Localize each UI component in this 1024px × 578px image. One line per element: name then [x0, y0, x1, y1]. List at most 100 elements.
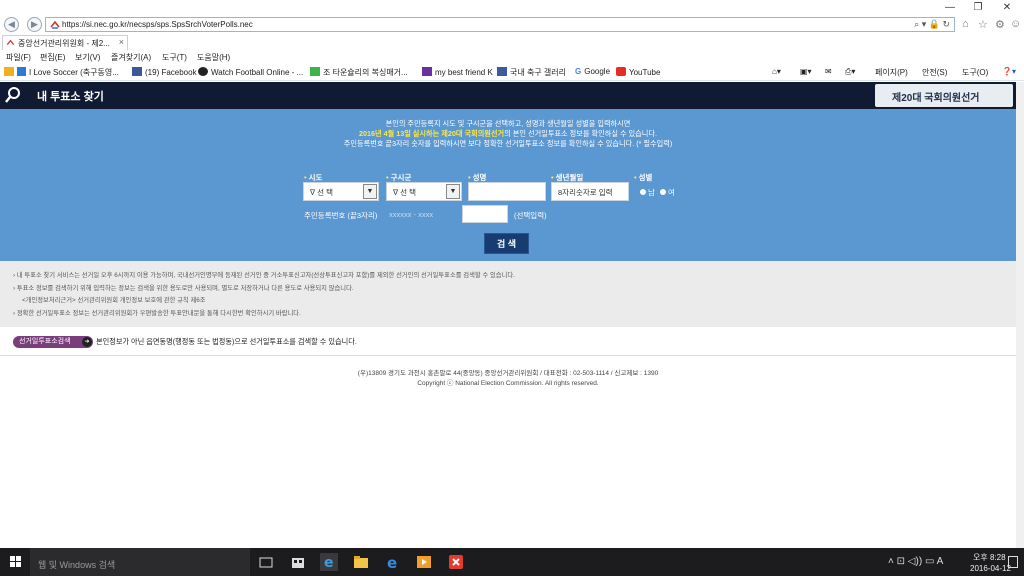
close-window-button[interactable]: ✕: [997, 2, 1017, 13]
windows-icon: [17, 67, 26, 76]
mail-icon[interactable]: ✉: [825, 67, 832, 76]
fav-item-gallery[interactable]: 국내 축구 갤러리: [497, 67, 566, 78]
svg-text:e: e: [387, 554, 397, 571]
notification-icon[interactable]: [1008, 556, 1018, 568]
keyboard-icon[interactable]: ▭: [925, 556, 934, 567]
input-method-icon[interactable]: A: [937, 556, 944, 567]
internet-explorer-icon[interactable]: e: [320, 553, 338, 571]
magnifier-icon: [0, 82, 26, 109]
label-text: 시도: [308, 173, 323, 182]
radio-label: 남: [648, 188, 655, 197]
menu-file[interactable]: 파일(F): [6, 52, 31, 63]
settings-gear-icon[interactable]: ⚙: [995, 18, 1005, 31]
page-title: 내 투표소 찾기: [37, 91, 104, 103]
store-icon[interactable]: [289, 553, 307, 571]
taskbar-search-placeholder: 웹 및 Windows 검색: [38, 560, 116, 570]
feedback-smiley-icon[interactable]: ☺: [1010, 18, 1021, 30]
birth-input[interactable]: 8자리숫자로 입력: [551, 182, 629, 201]
search-button[interactable]: 검 색: [484, 233, 529, 254]
restore-button[interactable]: ❐: [968, 2, 988, 13]
fav-item-boxing[interactable]: 조 타운슐리의 복싱매거...: [310, 67, 408, 78]
menu-help[interactable]: 도움말(H): [197, 52, 230, 63]
radio-circle-icon: [660, 189, 666, 195]
menu-tools[interactable]: 도구(T): [162, 52, 187, 63]
search-icon[interactable]: ⌕: [914, 19, 919, 29]
election-title: 제20대 국회의원선거: [892, 93, 980, 104]
chevron-down-icon[interactable]: ▼: [446, 184, 460, 199]
notice-item: › 투표소 정보를 검색하기 위해 입력하는 정보는 검색을 위한 용도로만 사…: [13, 285, 354, 292]
fav-item-youtube[interactable]: YouTube: [616, 67, 660, 77]
clock-time[interactable]: 오후 8:28: [973, 552, 1006, 563]
media-player-icon[interactable]: [415, 553, 433, 571]
divider: [0, 355, 1016, 356]
poll-search-button[interactable]: 선거일투표소검색 ➜: [13, 336, 93, 348]
sido-select[interactable]: ∇ 선 택 ▼: [303, 182, 379, 201]
dc-gallery-icon: [497, 67, 507, 76]
forward-button[interactable]: ▶: [27, 17, 42, 32]
browser-tab[interactable]: 중앙선거관리위원회 - 제2... ×: [2, 35, 128, 50]
tools-menu[interactable]: 도구(O): [962, 67, 988, 78]
task-view-icon[interactable]: [257, 553, 275, 571]
gusigun-select[interactable]: ∇ 선 택 ▼: [386, 182, 462, 201]
instruction-line-3: 주민등록번호 끝3자리 숫자를 입력하시면 보다 정확한 선거일투표소 정보를 …: [343, 139, 673, 148]
site-icon: [310, 67, 320, 76]
fav-item-soccer[interactable]: I Love Soccer (축구동영...: [4, 67, 119, 78]
label-text: 성명: [472, 173, 487, 182]
rrn-last3-input[interactable]: [462, 205, 508, 223]
feeds-icon[interactable]: ▣▾: [800, 67, 812, 76]
start-button[interactable]: [0, 548, 30, 576]
refresh-icon[interactable]: ↻: [942, 19, 950, 29]
tab-close-icon[interactable]: ×: [119, 37, 124, 47]
address-bar-icons[interactable]: ⌕ ▾ 🔒 ↻: [914, 19, 950, 30]
label-text: 성별: [638, 173, 653, 182]
svg-text:e: e: [324, 555, 334, 571]
label-text: 생년월일: [555, 173, 584, 182]
gender-male-radio[interactable]: 남: [640, 187, 655, 198]
menu-bar: [0, 50, 1024, 64]
safety-menu[interactable]: 안전(S): [922, 67, 947, 78]
name-input[interactable]: [468, 182, 546, 201]
favorites-star-icon[interactable]: ☆: [978, 18, 988, 31]
rrn-mask: xxxxxx - xxxx: [389, 210, 434, 219]
fav-item-facebook[interactable]: (19) Facebook: [132, 67, 197, 77]
chevron-down-icon[interactable]: ▼: [363, 184, 377, 199]
menu-edit[interactable]: 편집(E): [40, 52, 65, 63]
edge-icon[interactable]: e: [384, 553, 402, 571]
fav-label: Google: [584, 67, 611, 76]
page-menu[interactable]: 페이지(P): [875, 67, 908, 78]
instruction-line-2: 2016년 4월 13일 실시하는 제20대 국회의원선거의 본인 선거일투표소…: [0, 129, 1016, 139]
instruction-highlight: 2016년 4월 13일 실시하는 제20대 국회의원선거: [359, 129, 505, 138]
scrollbar[interactable]: [1016, 82, 1024, 548]
rrn-optional-note: (선택입력): [514, 211, 547, 220]
home-dropdown-icon[interactable]: ⌂▾: [772, 67, 781, 76]
fav-item-google[interactable]: G Google: [575, 67, 610, 76]
clock-date[interactable]: 2016-04-12: [970, 564, 1011, 573]
fav-label: Watch Football Online - ...: [211, 68, 304, 77]
windows-logo-icon: [10, 556, 21, 567]
print-icon[interactable]: ⎙▾: [845, 67, 855, 77]
fav-item-football[interactable]: Watch Football Online - ...: [198, 67, 303, 77]
volume-icon[interactable]: ◁)): [908, 556, 922, 567]
file-explorer-icon[interactable]: [352, 553, 370, 571]
menu-view[interactable]: 보기(V): [75, 52, 100, 63]
site-favicon-icon: [50, 20, 60, 29]
back-arrow-icon: ◀: [8, 19, 15, 29]
chevron-up-icon[interactable]: ˄: [888, 556, 894, 567]
gender-female-radio[interactable]: 여: [660, 187, 675, 198]
fav-label: my best friend K: [435, 68, 493, 77]
home-icon[interactable]: ⌂: [962, 18, 969, 30]
minimize-button[interactable]: —: [940, 2, 960, 13]
system-tray-icons[interactable]: ˄ ⊡ ◁)) ▭ A: [888, 556, 943, 567]
sido-selected: ∇ 선 택: [310, 188, 333, 197]
soccer-ball-icon: [198, 67, 208, 76]
app-red-icon[interactable]: [447, 553, 465, 571]
help-icon[interactable]: ❓▾: [1002, 67, 1016, 76]
site-header: [0, 82, 1016, 109]
fav-item-friend[interactable]: my best friend K: [422, 67, 493, 77]
lock-icon[interactable]: 🔒: [929, 19, 940, 29]
menu-favorites[interactable]: 즐겨찾기(A): [111, 52, 151, 63]
fav-label: (19) Facebook: [145, 68, 197, 77]
back-button[interactable]: ◀: [4, 17, 19, 32]
network-icon[interactable]: ⊡: [897, 556, 905, 567]
address-bar[interactable]: https://si.nec.go.kr/necsps/sps.SpsSrchV…: [45, 17, 955, 32]
